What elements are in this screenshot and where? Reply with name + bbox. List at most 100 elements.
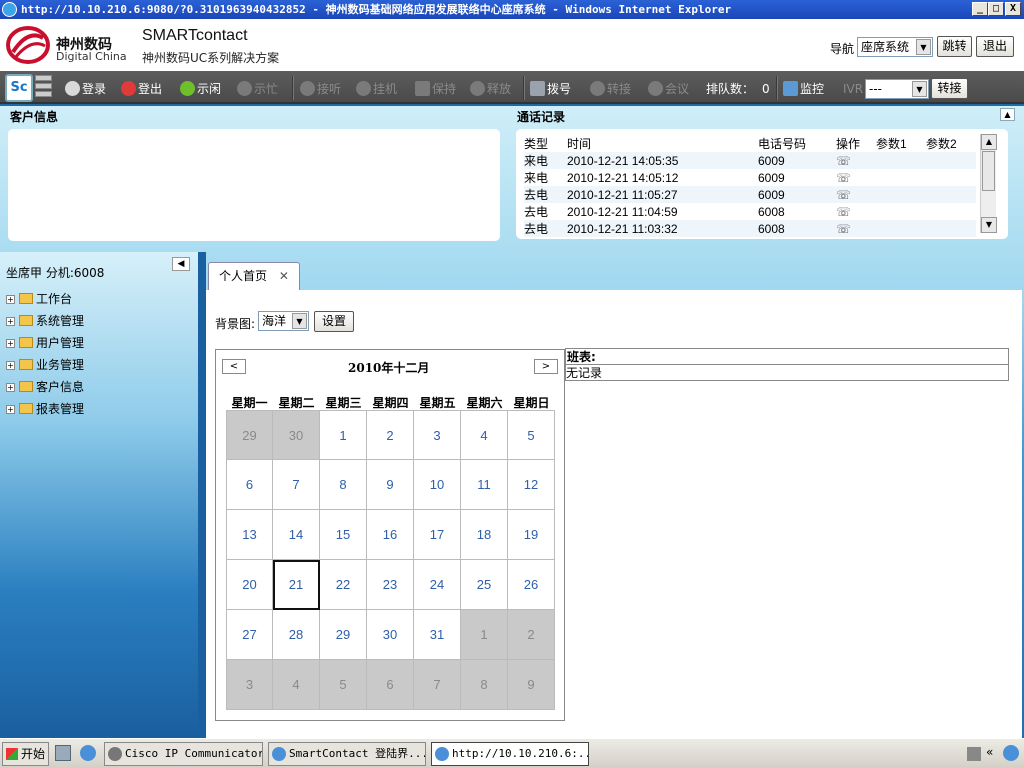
collapse-left-icon[interactable]: ◀ — [172, 257, 190, 271]
jump-button[interactable]: 跳转 — [937, 36, 972, 57]
start-button[interactable]: 开始 — [2, 742, 49, 766]
tray-expand-icon[interactable]: « — [986, 745, 993, 759]
exit-button[interactable]: 退出 — [976, 36, 1014, 57]
hangup-button[interactable]: 挂机 — [356, 80, 397, 98]
answer-button[interactable]: 接听 — [300, 80, 341, 98]
panel-splitter[interactable] — [198, 252, 206, 738]
calendar-day[interactable]: 1 — [461, 610, 508, 660]
calendar-day[interactable]: 7 — [414, 660, 461, 710]
calendar-day[interactable]: 28 — [273, 610, 320, 660]
call-log-scrollbar[interactable]: ▲ ▼ — [980, 134, 997, 233]
tree-item-customer[interactable]: + 客户信息 — [6, 378, 84, 395]
calendar-day[interactable]: 11 — [461, 460, 508, 510]
calendar-day[interactable]: 5 — [320, 660, 367, 710]
calendar-day[interactable]: 23 — [367, 560, 414, 610]
sc-menu-icon[interactable] — [35, 75, 52, 101]
calendar-day[interactable]: 27 — [226, 610, 273, 660]
phone-callback-icon[interactable]: ☏ — [836, 188, 851, 202]
idle-button[interactable]: 示闲 — [180, 80, 221, 98]
minimize-button[interactable]: _ — [972, 2, 988, 16]
conference-button[interactable]: 会议 — [648, 80, 689, 98]
calendar-day[interactable]: 29 — [226, 410, 273, 460]
calendar-day[interactable]: 18 — [461, 510, 508, 560]
calendar-day[interactable]: 31 — [414, 610, 461, 660]
task-current-ie[interactable]: http://10.10.210.6:... — [431, 742, 589, 766]
calendar-day[interactable]: 22 — [320, 560, 367, 610]
tab-close-icon[interactable]: ✕ — [279, 269, 289, 283]
calendar-day[interactable]: 9 — [367, 460, 414, 510]
calendar-day[interactable]: 1 — [320, 410, 367, 460]
scroll-thumb[interactable] — [982, 151, 995, 191]
calendar-day[interactable]: 30 — [367, 610, 414, 660]
set-background-button[interactable]: 设置 — [314, 311, 354, 332]
release-button[interactable]: 释放 — [470, 80, 511, 98]
tree-item-users[interactable]: + 用户管理 — [6, 334, 84, 351]
phone-callback-icon[interactable]: ☏ — [836, 205, 851, 219]
calendar-day[interactable]: 16 — [367, 510, 414, 560]
phone-callback-icon[interactable]: ☏ — [836, 222, 851, 236]
calendar-day[interactable]: 24 — [414, 560, 461, 610]
tree-item-business[interactable]: + 业务管理 — [6, 356, 84, 373]
expand-icon[interactable]: + — [6, 361, 15, 370]
calendar-day[interactable]: 25 — [461, 560, 508, 610]
show-desktop-icon[interactable] — [55, 745, 71, 761]
expand-icon[interactable]: + — [6, 295, 15, 304]
dial-button[interactable]: 拨号 — [530, 80, 571, 98]
expand-icon[interactable]: + — [6, 383, 15, 392]
calendar-day[interactable]: 7 — [273, 460, 320, 510]
monitor-button[interactable]: 监控 — [783, 80, 824, 98]
tree-item-reports[interactable]: + 报表管理 — [6, 400, 84, 417]
ie-quicklaunch-icon[interactable] — [80, 745, 96, 761]
calendar-day[interactable]: 29 — [320, 610, 367, 660]
phone-callback-icon[interactable]: ☏ — [836, 154, 851, 168]
next-month-button[interactable]: > — [534, 359, 558, 374]
hold-button[interactable]: 保持 — [415, 80, 456, 98]
calendar-day[interactable]: 20 — [226, 560, 273, 610]
network-tray-icon[interactable] — [1003, 745, 1019, 761]
ivr-transfer-button[interactable]: 转接 — [931, 78, 968, 99]
calendar-day[interactable]: 2 — [508, 610, 555, 660]
calendar-day[interactable]: 6 — [226, 460, 273, 510]
calendar-day[interactable]: 2 — [367, 410, 414, 460]
calendar-day[interactable]: 6 — [367, 660, 414, 710]
keyboard-tray-icon[interactable] — [967, 747, 981, 761]
expand-icon[interactable]: + — [6, 317, 15, 326]
calendar-day[interactable]: 13 — [226, 510, 273, 560]
calendar-day[interactable]: 17 — [414, 510, 461, 560]
close-window-button[interactable]: X — [1005, 2, 1021, 16]
calendar-day[interactable]: 8 — [461, 660, 508, 710]
busy-button[interactable]: 示忙 — [237, 80, 278, 98]
background-select[interactable]: 海洋 ▼ — [258, 311, 309, 331]
calendar-day[interactable]: 10 — [414, 460, 461, 510]
logout-button[interactable]: 登出 — [121, 80, 162, 98]
calendar-day[interactable]: 9 — [508, 660, 555, 710]
scroll-down-icon[interactable]: ▼ — [981, 217, 997, 233]
ivr-select[interactable]: --- ▼ — [865, 79, 929, 99]
maximize-button[interactable]: □ — [988, 2, 1004, 16]
calendar-day[interactable]: 14 — [273, 510, 320, 560]
calendar-day[interactable]: 12 — [508, 460, 555, 510]
task-smartcontact-login[interactable]: SmartContact 登陆界... — [268, 742, 426, 766]
tree-item-system[interactable]: + 系统管理 — [6, 312, 84, 329]
calendar-day[interactable]: 5 — [508, 410, 555, 460]
calendar-day[interactable]: 15 — [320, 510, 367, 560]
calendar-day[interactable]: 4 — [461, 410, 508, 460]
scroll-up-icon[interactable]: ▲ — [981, 134, 997, 150]
calendar-day[interactable]: 4 — [273, 660, 320, 710]
transfer-call-button[interactable]: 转接 — [590, 80, 631, 98]
calendar-day[interactable]: 3 — [414, 410, 461, 460]
expand-icon[interactable]: + — [6, 339, 15, 348]
calendar-day[interactable]: 21 — [273, 560, 320, 610]
calendar-day[interactable]: 26 — [508, 560, 555, 610]
collapse-icon[interactable]: ▲ — [1000, 108, 1015, 121]
phone-callback-icon[interactable]: ☏ — [836, 171, 851, 185]
calendar-day[interactable]: 30 — [273, 410, 320, 460]
tree-item-workbench[interactable]: + 工作台 — [6, 290, 72, 307]
tab-home[interactable]: 个人首页 ✕ — [208, 262, 300, 290]
nav-select[interactable]: 座席系统 ▼ — [857, 37, 933, 57]
task-cisco-ip-communicator[interactable]: Cisco IP Communicator — [104, 742, 263, 766]
calendar-day[interactable]: 3 — [226, 660, 273, 710]
calendar-day[interactable]: 8 — [320, 460, 367, 510]
expand-icon[interactable]: + — [6, 405, 15, 414]
prev-month-button[interactable]: < — [222, 359, 246, 374]
